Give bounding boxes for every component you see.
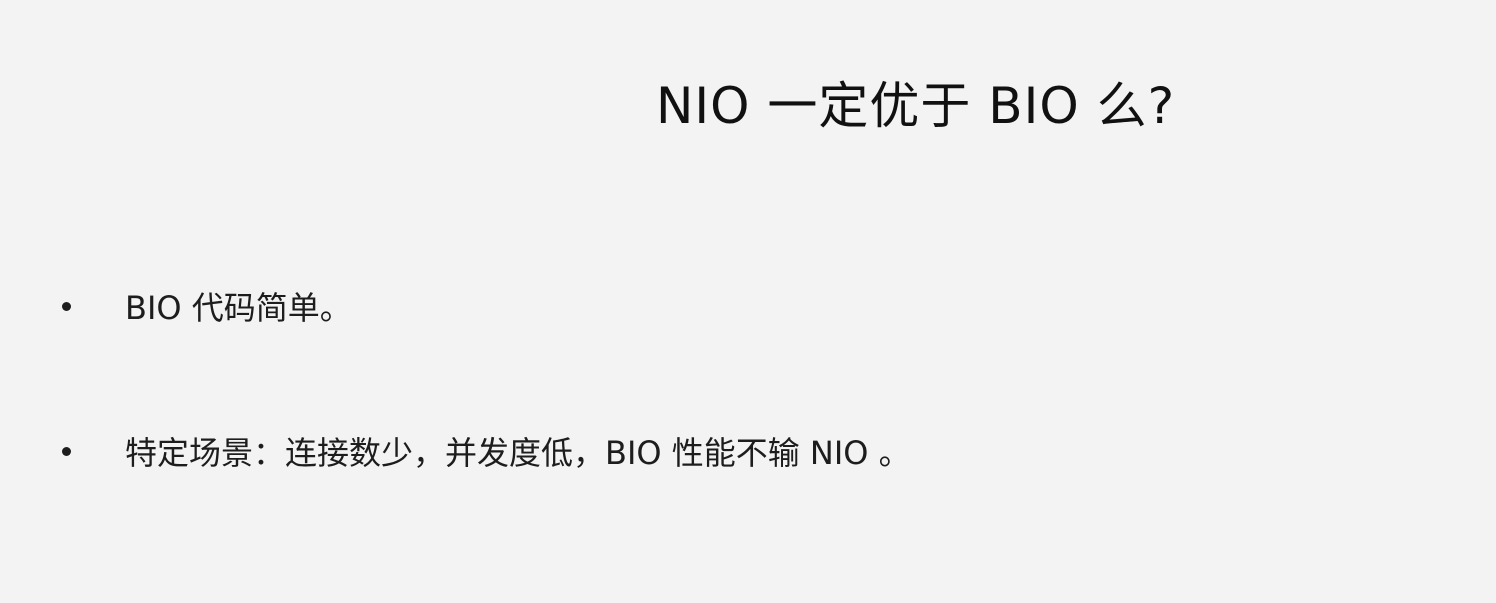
bullet-text: 特定场景：连接数少，并发度低，BIO 性能不输 NIO 。 xyxy=(125,434,911,472)
slide: NIO 一定优于 BIO 么? BIO 代码简单。 特定场景：连接数少，并发度低… xyxy=(0,0,1496,603)
list-item: 特定场景：连接数少，并发度低，BIO 性能不输 NIO 。 xyxy=(62,421,911,481)
bullet-text: BIO 代码简单。 xyxy=(125,289,352,327)
slide-title: NIO 一定优于 BIO 么? xyxy=(656,77,1176,135)
bullet-list: BIO 代码简单。 特定场景：连接数少，并发度低，BIO 性能不输 NIO 。 xyxy=(62,276,911,481)
bullet-dot-icon xyxy=(62,446,71,456)
list-item: BIO 代码简单。 xyxy=(62,276,911,336)
bullet-dot-icon xyxy=(62,301,71,311)
